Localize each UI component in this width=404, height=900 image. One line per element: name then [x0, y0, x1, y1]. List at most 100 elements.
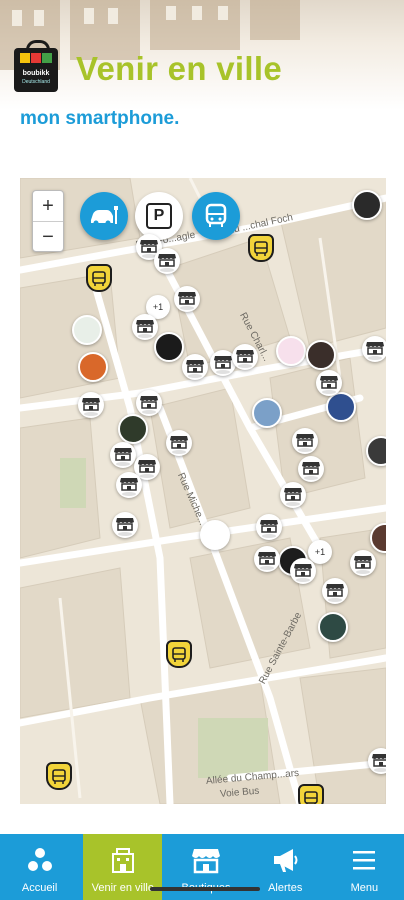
storefront-icon: [372, 754, 386, 767]
building-window: [34, 10, 44, 26]
storefront-icon: [116, 518, 134, 531]
shop-marker[interactable]: [350, 550, 376, 576]
menu-icon: [353, 851, 376, 870]
logo-square: [31, 53, 41, 63]
bus-icon: [52, 769, 66, 784]
bus-stop-marker[interactable]: [46, 762, 72, 790]
car-parking-filter-button[interactable]: [80, 192, 128, 240]
page-subtitle: mon smartphone.: [20, 108, 180, 129]
shop-logo-marker[interactable]: [72, 315, 102, 345]
home-dots-icon: [27, 848, 52, 871]
storefront-icon: [140, 396, 158, 409]
header: boubikk Deutschland Venir en ville mon s…: [0, 0, 404, 160]
shop-marker[interactable]: [132, 314, 158, 340]
building-window: [192, 6, 202, 20]
city-map[interactable]: Rue Fo...agle Rue du ...chal Foch Rue Ch…: [20, 178, 386, 804]
shop-logo-marker[interactable]: [200, 520, 230, 550]
storefront-icon: [140, 240, 158, 253]
building-window: [108, 8, 118, 24]
shop-marker[interactable]: [174, 286, 200, 312]
nav-item-accueil[interactable]: Accueil: [0, 834, 79, 900]
shop-logo-marker[interactable]: [252, 398, 282, 428]
zoom-out-button[interactable]: −: [33, 222, 63, 252]
shop-marker[interactable]: [110, 442, 136, 468]
building-window: [218, 6, 228, 20]
bus-icon: [304, 791, 318, 804]
page-title: Venir en ville: [76, 50, 282, 87]
shop-logo-marker[interactable]: [154, 332, 184, 362]
shop-marker[interactable]: [254, 546, 280, 572]
zoom-in-button[interactable]: +: [33, 191, 63, 222]
storefront-icon: [114, 448, 132, 461]
storefront-icon: [296, 434, 314, 447]
logo-text: boubikk: [22, 70, 50, 77]
storefront-icon: [214, 356, 232, 369]
parking-filter-button[interactable]: P: [135, 192, 183, 240]
nav-label: Menu: [350, 882, 379, 894]
shop-marker[interactable]: [232, 344, 258, 370]
logo-square: [42, 53, 52, 63]
storefront-icon: [136, 320, 154, 333]
shop-marker[interactable]: [256, 514, 282, 540]
bus-stop-marker[interactable]: [86, 264, 112, 292]
bus-stop-marker[interactable]: [166, 640, 192, 668]
parking-label: P: [146, 203, 172, 229]
nav-label: Accueil: [21, 882, 58, 894]
nav-item-menu[interactable]: Menu: [325, 834, 404, 900]
shop-marker[interactable]: [78, 392, 104, 418]
building-window: [12, 10, 22, 26]
shop-logo-marker[interactable]: [78, 352, 108, 382]
shop-logo-marker[interactable]: [326, 392, 356, 422]
shop-marker[interactable]: [292, 428, 318, 454]
storefront-icon: [82, 398, 100, 411]
shop-marker[interactable]: [182, 354, 208, 380]
shop-logo-marker[interactable]: [118, 414, 148, 444]
bus-filter-button[interactable]: [192, 192, 240, 240]
shop-marker[interactable]: [322, 578, 348, 604]
shop-logo-marker[interactable]: [318, 612, 348, 642]
storefront-icon: [326, 584, 344, 597]
zoom-control[interactable]: + −: [32, 190, 64, 252]
car-icon: [91, 206, 118, 226]
shop-marker[interactable]: [112, 512, 138, 538]
city-icon: [111, 848, 134, 873]
storefront-icon: [178, 292, 196, 305]
bus-stop-marker[interactable]: [248, 234, 274, 262]
storefront-icon: [158, 254, 176, 267]
building-window: [84, 8, 94, 24]
storefront-icon: [170, 436, 188, 449]
shop-marker[interactable]: [290, 558, 316, 584]
shop-marker[interactable]: [316, 370, 342, 396]
map-base-layer: [20, 178, 386, 804]
shop-marker[interactable]: [116, 472, 142, 498]
building-photo: [250, 0, 300, 40]
storefront-icon: [302, 462, 320, 475]
storefront-icon: [354, 556, 372, 569]
shop-marker[interactable]: [298, 456, 324, 482]
bus-icon: [172, 647, 186, 662]
storefront-icon: [258, 552, 276, 565]
shop-marker[interactable]: [154, 248, 180, 274]
shop-marker[interactable]: [136, 390, 162, 416]
storefront-icon: [138, 460, 156, 473]
shop-marker[interactable]: [362, 336, 386, 362]
shop-marker[interactable]: [280, 482, 306, 508]
bus-icon: [254, 241, 268, 256]
shop-logo-marker[interactable]: [352, 190, 382, 220]
storefront-icon: [294, 564, 312, 577]
storefront-icon: [320, 376, 338, 389]
logo-square: [20, 53, 30, 63]
app-logo: boubikk Deutschland: [14, 40, 58, 92]
shop-logo-marker[interactable]: [276, 336, 306, 366]
shop-icon: [192, 849, 220, 874]
bus-stop-marker[interactable]: [298, 784, 324, 804]
bus-icon: [205, 203, 227, 227]
bus-icon: [92, 271, 106, 286]
shop-logo-marker[interactable]: [306, 340, 336, 370]
shop-marker[interactable]: [166, 430, 192, 456]
building-window: [166, 6, 176, 20]
logo-subtext: Deutschland: [22, 79, 50, 85]
storefront-icon: [284, 488, 302, 501]
storefront-icon: [186, 360, 204, 373]
storefront-icon: [120, 478, 138, 491]
